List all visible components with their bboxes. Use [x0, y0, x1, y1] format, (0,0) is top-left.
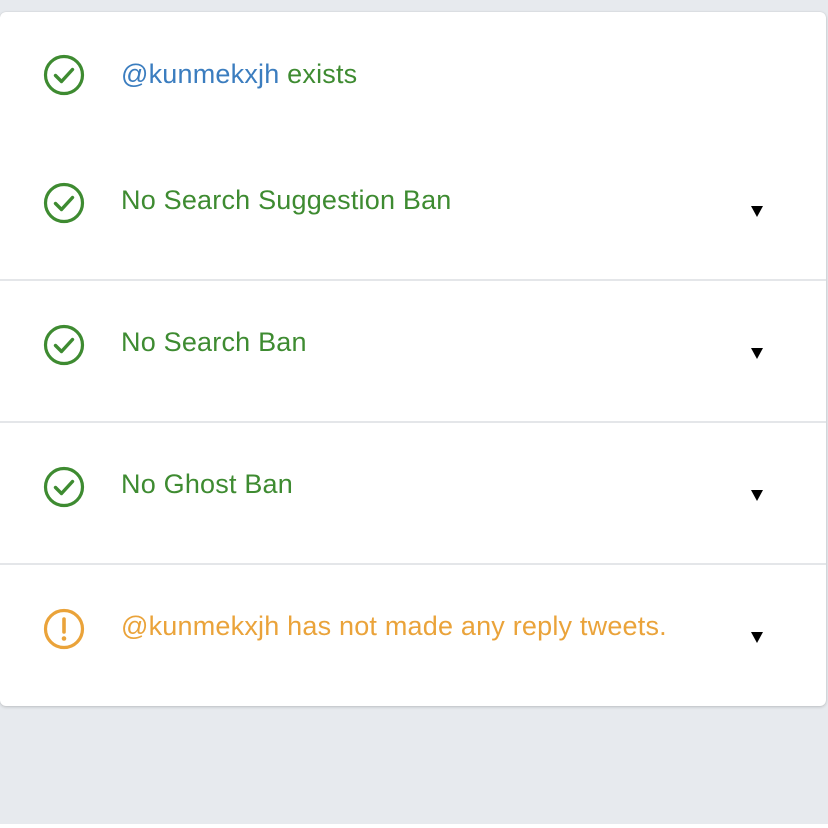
triangle-down-icon[interactable]	[747, 627, 767, 647]
bottom-edge	[0, 824, 828, 828]
exists-text: exists	[279, 59, 358, 89]
exclamation-circle-icon	[43, 608, 85, 650]
check-row-exists: @kunmekxjh exists	[0, 12, 826, 138]
check-row-reply-deboosting[interactable]: @kunmekxjh has not made any reply tweets…	[0, 563, 826, 706]
triangle-down-icon[interactable]	[747, 485, 767, 505]
check-label: @kunmekxjh exists	[121, 58, 357, 90]
check-label: @kunmekxjh has not made any reply tweets…	[121, 611, 667, 641]
check-circle-icon	[43, 182, 85, 224]
user-handle-link[interactable]: @kunmekxjh	[121, 59, 279, 89]
check-circle-icon	[43, 324, 85, 366]
check-row-search-suggestion-ban[interactable]: No Search Suggestion Ban	[0, 138, 826, 280]
triangle-down-icon[interactable]	[747, 201, 767, 221]
check-row-search-ban[interactable]: No Search Ban	[0, 279, 826, 421]
check-circle-icon	[43, 466, 85, 508]
triangle-down-icon[interactable]	[747, 343, 767, 363]
check-circle-icon	[43, 54, 85, 96]
check-label: No Search Suggestion Ban	[121, 185, 452, 215]
check-label: No Ghost Ban	[121, 469, 293, 499]
check-row-ghost-ban[interactable]: No Ghost Ban	[0, 421, 826, 563]
check-label: No Search Ban	[121, 327, 307, 357]
results-card: @kunmekxjh exists No Search Suggestion B…	[0, 12, 826, 706]
